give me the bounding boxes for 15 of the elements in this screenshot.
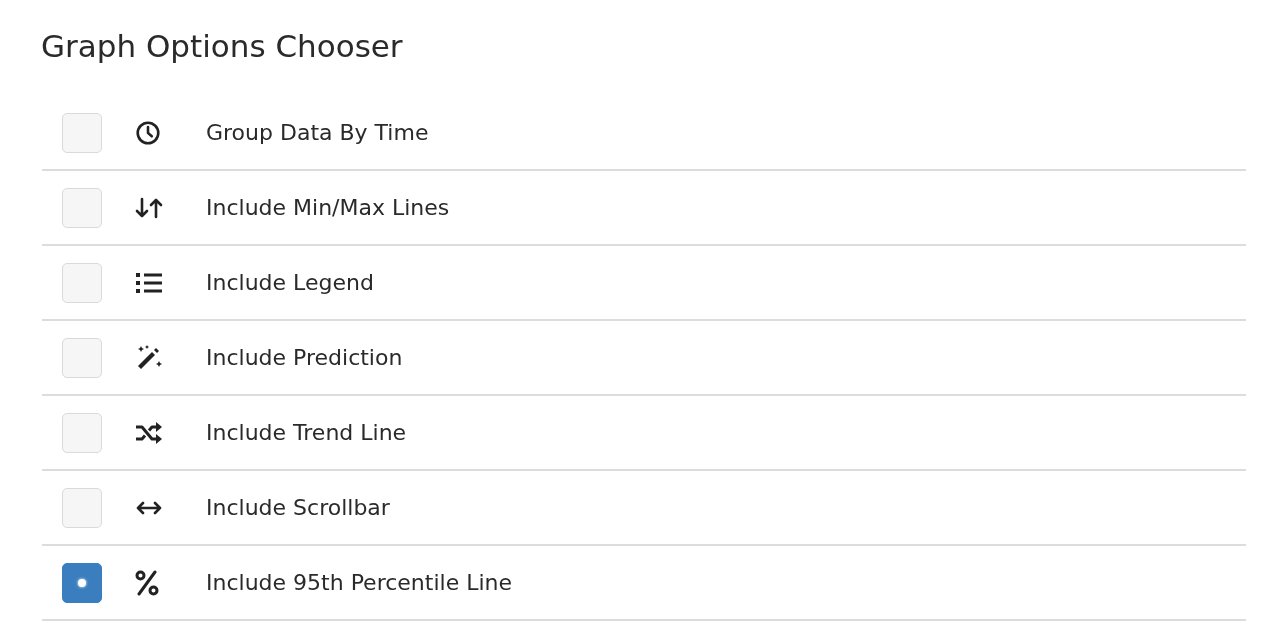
option-label: Include Scrollbar bbox=[206, 495, 390, 520]
list-icon bbox=[135, 271, 163, 294]
shuffle-icon bbox=[135, 420, 163, 445]
option-label: Group Data By Time bbox=[206, 120, 429, 145]
option-label: Include 95th Percentile Line bbox=[206, 570, 512, 595]
option-label: Include Legend bbox=[206, 270, 374, 295]
checkbox[interactable] bbox=[62, 562, 102, 603]
option-label: Include Prediction bbox=[206, 345, 403, 370]
option-label: Include Min/Max Lines bbox=[206, 195, 450, 220]
option-label: Include Trend Line bbox=[206, 420, 407, 445]
arrows-down-up-icon bbox=[135, 195, 163, 220]
percent-icon bbox=[135, 569, 159, 596]
arrow-left-right-icon bbox=[135, 499, 163, 516]
panel-title: Graph Options Chooser bbox=[41, 28, 404, 64]
clock-icon bbox=[135, 119, 161, 146]
